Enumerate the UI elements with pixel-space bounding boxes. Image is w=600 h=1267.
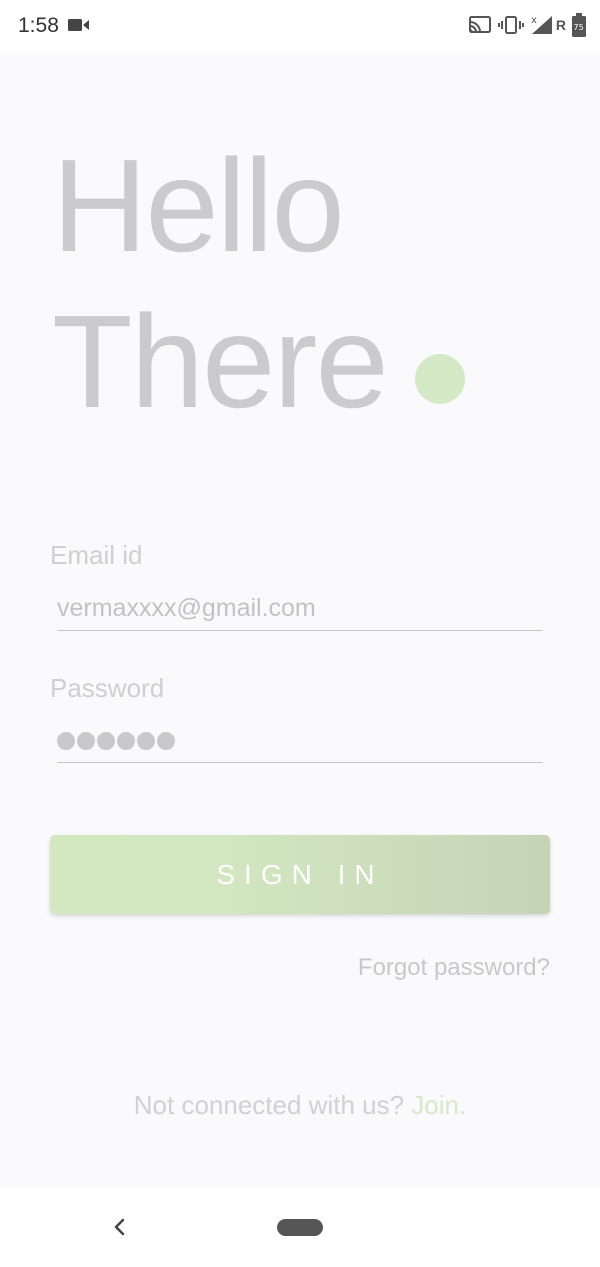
navigation-bar <box>0 1187 600 1267</box>
status-bar: 1:58 x R 75 <box>0 0 600 52</box>
svg-text:x: x <box>531 15 537 26</box>
login-screen: 1:58 x R 75 Hello There Email id vermaxx… <box>0 0 600 1267</box>
greeting-line-1: Hello <box>52 132 345 279</box>
signal-icon: x <box>530 14 554 36</box>
status-icons: x R 75 <box>468 13 586 37</box>
network-type-label: R <box>555 17 566 33</box>
vibrate-icon <box>497 15 524 35</box>
battery-level: 75 <box>574 23 584 32</box>
back-icon[interactable] <box>108 1215 132 1239</box>
join-link[interactable]: Join. <box>411 1090 466 1120</box>
video-camera-icon <box>68 18 90 37</box>
greeting-line-2: There <box>52 288 389 435</box>
join-prompt-row: Not connected with us? Join. <box>0 1090 600 1121</box>
password-mask <box>57 732 175 750</box>
sign-in-label: SIGN IN <box>216 858 384 890</box>
join-prompt-text: Not connected with us? <box>133 1090 405 1120</box>
accent-dot <box>415 354 465 404</box>
greeting-heading: Hello There <box>52 128 389 440</box>
forgot-password-link[interactable]: Forgot password? <box>358 954 550 982</box>
home-pill-icon[interactable] <box>277 1219 323 1236</box>
battery-icon: 75 <box>572 13 586 37</box>
cast-icon <box>468 15 492 35</box>
status-time: 1:58 <box>18 14 59 37</box>
email-label: Email id <box>50 540 143 570</box>
sign-in-button[interactable]: SIGN IN <box>50 835 550 914</box>
email-field[interactable] <box>57 587 543 631</box>
password-label: Password <box>50 673 165 703</box>
